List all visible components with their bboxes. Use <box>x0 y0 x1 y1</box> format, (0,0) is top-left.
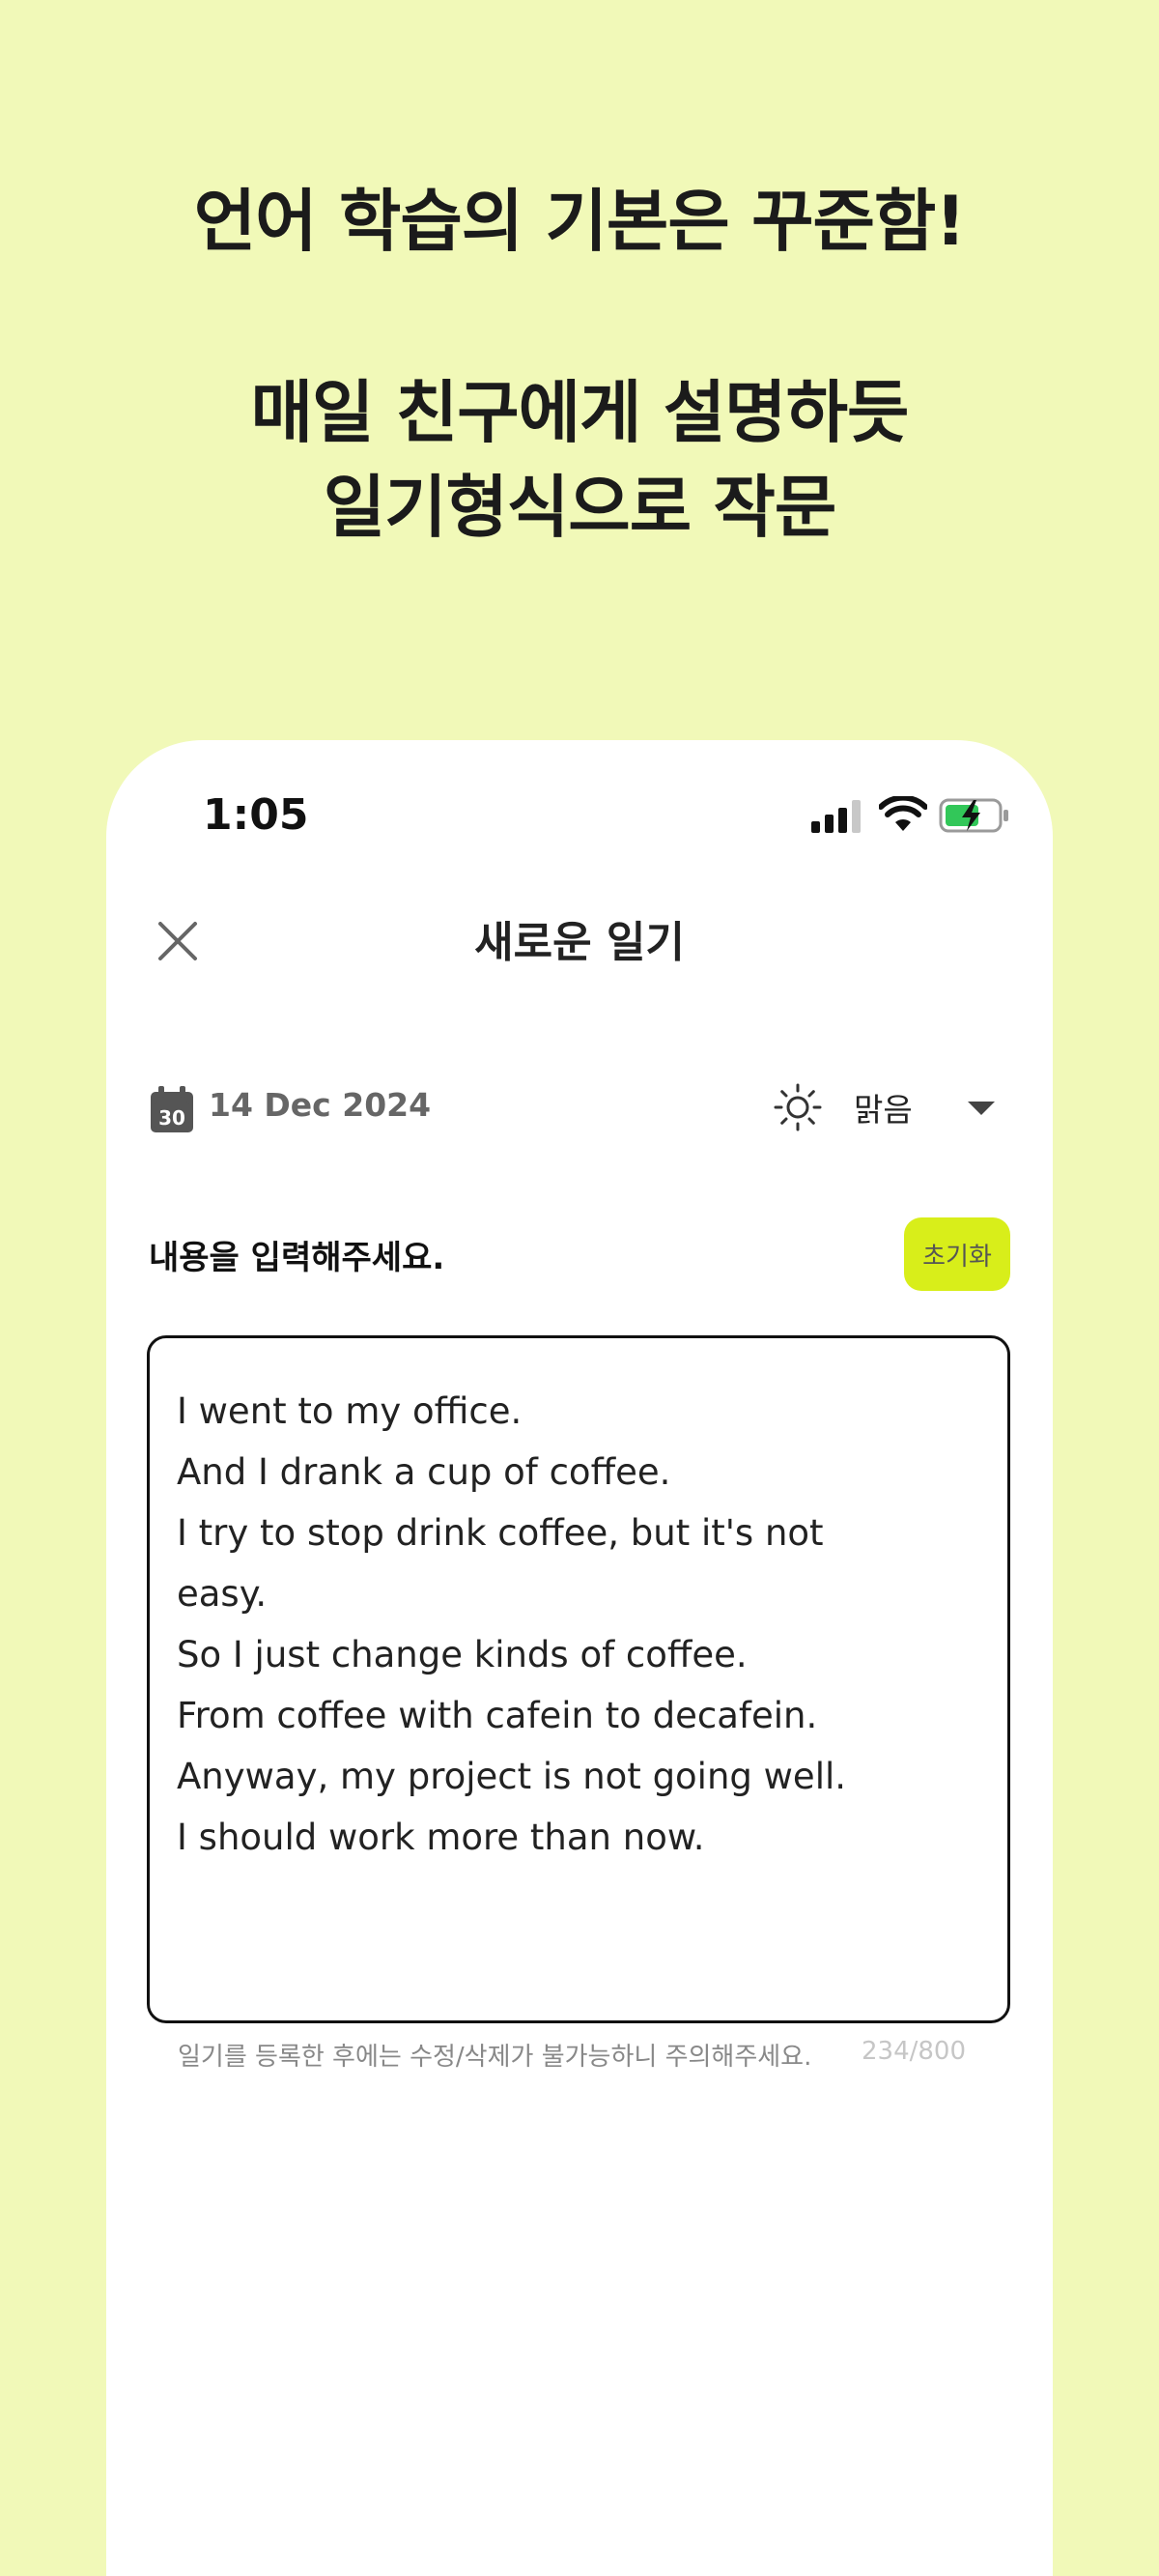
diary-line: Anyway, my project is not going well. <box>177 1756 847 1797</box>
diary-textarea[interactable]: I went to my office. And I drank a cup o… <box>147 1335 1010 2023</box>
close-icon[interactable] <box>153 916 203 966</box>
diary-line: I went to my office. <box>177 1390 523 1432</box>
diary-meta-row: 30 14 Dec 2024 맑음 <box>106 1069 1053 1146</box>
promo-line-3: 일기형식으로 작문 <box>323 468 837 547</box>
calendar-icon[interactable]: 30 <box>149 1084 195 1134</box>
diary-line: I try to stop drink coffee, but it's not <box>177 1512 824 1554</box>
phone-screen: 1:05 새로운 일기 30 14 Dec 2024 맑음 내용을 입력해주세요… <box>106 740 1053 2576</box>
diary-line: From coffee with cafein to decafein. <box>177 1695 818 1736</box>
promo-line-2: 매일 친구에게 설명하듯 <box>250 373 910 452</box>
weather-select[interactable]: 맑음 <box>854 1084 913 1131</box>
status-time: 1:05 <box>203 790 309 840</box>
status-bar: 1:05 <box>106 740 1053 885</box>
diary-date[interactable]: 14 Dec 2024 <box>209 1086 431 1124</box>
page-title: 새로운 일기 <box>474 918 685 967</box>
reset-button[interactable]: 초기화 <box>904 1217 1010 1291</box>
battery-charging-icon <box>939 798 1008 833</box>
diary-line: So I just change kinds of coffee. <box>177 1634 748 1675</box>
calendar-day-number: 30 <box>158 1106 185 1130</box>
signal-icon <box>811 800 861 833</box>
diary-line: I should work more than now. <box>177 1817 705 1858</box>
diary-line: And I drank a cup of coffee. <box>177 1451 671 1493</box>
sun-icon <box>774 1083 822 1131</box>
wifi-icon <box>879 796 927 831</box>
edit-warning-hint: 일기를 등록한 후에는 수정/삭제가 불가능하니 주의해주세요. <box>178 2043 812 2072</box>
promo-line-1: 언어 학습의 기본은 꾸준함! <box>193 182 966 261</box>
chevron-down-icon[interactable] <box>968 1102 995 1115</box>
content-prompt-label: 내용을 입력해주세요. <box>149 1239 445 1277</box>
top-app-bar: 새로운 일기 <box>106 885 1053 1001</box>
promo-headline: 언어 학습의 기본은 꾸준함! 매일 친구에게 설명하듯 일기형식으로 작문 <box>0 174 1159 555</box>
diary-content[interactable]: I went to my office. And I drank a cup o… <box>177 1381 980 1868</box>
character-counter: 234/800 <box>862 2037 967 2066</box>
diary-line: easy. <box>177 1573 268 1615</box>
